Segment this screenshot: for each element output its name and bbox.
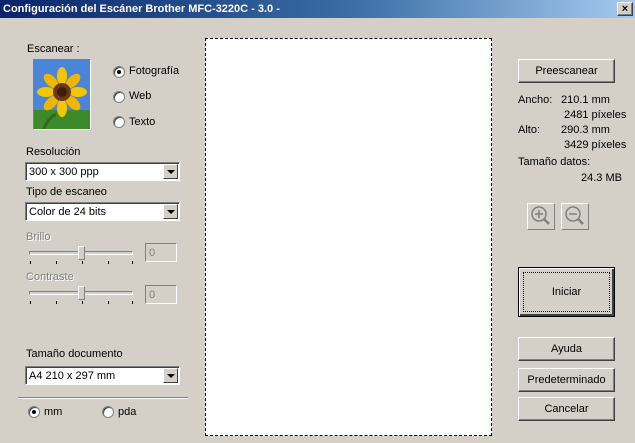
- sunflower-photo-icon: [33, 59, 91, 130]
- data-size-value: 24.3 MB: [581, 172, 622, 184]
- radio-web[interactable]: [113, 91, 125, 103]
- radio-photo[interactable]: [113, 66, 125, 78]
- width-label: Ancho:: [518, 94, 553, 106]
- divider: [18, 397, 188, 399]
- radio-text-label: Texto: [129, 116, 156, 128]
- prescan-button-label: Preescanear: [535, 65, 598, 77]
- contrast-slider-thumb[interactable]: [78, 286, 85, 300]
- doc-size-select[interactable]: A4 210 x 297 mm: [25, 366, 180, 385]
- cancel-button[interactable]: Cancelar: [518, 397, 615, 421]
- close-button[interactable]: ×: [617, 2, 633, 16]
- zoom-in-button[interactable]: [527, 203, 555, 230]
- prescan-button[interactable]: Preescanear: [518, 59, 615, 83]
- brightness-slider-thumb[interactable]: [78, 246, 85, 260]
- scan-type-value: Color de 24 bits: [29, 206, 107, 218]
- scan-preview-area[interactable]: [205, 38, 492, 436]
- width-px-value: 2481 píxeles: [564, 109, 627, 121]
- radio-unit-pda[interactable]: [102, 406, 114, 418]
- radio-web-label: Web: [129, 90, 152, 102]
- width-mm-value: 210.1 mm: [561, 94, 610, 106]
- chevron-down-icon[interactable]: [163, 204, 178, 219]
- scan-label: Escanear :: [27, 43, 80, 55]
- doc-size-value: A4 210 x 297 mm: [29, 370, 116, 382]
- data-size-label: Tamaño datos:: [518, 156, 591, 168]
- doc-size-label: Tamaño documento: [26, 348, 123, 360]
- cancel-button-label: Cancelar: [544, 403, 589, 415]
- default-button-label: Predeterminado: [527, 374, 606, 386]
- scan-type-label: Tipo de escaneo: [26, 186, 107, 198]
- zoom-out-button[interactable]: [561, 203, 589, 230]
- radio-unit-mm[interactable]: [28, 406, 40, 418]
- resolution-value: 300 x 300 ppp: [29, 166, 99, 178]
- brightness-value-field[interactable]: 0: [145, 243, 177, 262]
- scanner-settings-window: Configuración del Escáner Brother MFC-32…: [0, 0, 635, 443]
- zoom-in-icon: [531, 206, 550, 225]
- title-bar[interactable]: Configuración del Escáner Brother MFC-32…: [0, 0, 635, 18]
- scan-type-select[interactable]: Color de 24 bits: [25, 202, 180, 221]
- height-px-value: 3429 píxeles: [564, 139, 627, 151]
- radio-unit-pda-label: pda: [118, 406, 137, 418]
- chevron-down-icon[interactable]: [163, 368, 178, 383]
- contrast-value-field[interactable]: 0: [145, 285, 177, 304]
- brightness-slider[interactable]: [26, 245, 138, 264]
- help-button-label: Ayuda: [551, 343, 582, 355]
- close-icon: ×: [621, 3, 629, 15]
- resolution-label: Resolución: [26, 146, 81, 158]
- contrast-slider[interactable]: [26, 285, 138, 304]
- brightness-label: Brillo: [26, 231, 51, 243]
- radio-text[interactable]: [113, 116, 125, 128]
- contrast-label: Contraste: [26, 271, 74, 283]
- height-label: Alto:: [518, 124, 541, 136]
- resolution-select[interactable]: 300 x 300 ppp: [25, 162, 180, 181]
- radio-photo-label: Fotografía: [129, 65, 180, 77]
- help-button[interactable]: Ayuda: [518, 337, 615, 361]
- chevron-down-icon[interactable]: [163, 164, 178, 179]
- start-button[interactable]: Iniciar: [518, 267, 615, 317]
- default-button[interactable]: Predeterminado: [518, 368, 615, 392]
- zoom-out-icon: [565, 206, 584, 225]
- height-mm-value: 290.3 mm: [561, 124, 610, 136]
- window-title: Configuración del Escáner Brother MFC-32…: [3, 3, 280, 15]
- radio-unit-mm-label: mm: [44, 406, 63, 418]
